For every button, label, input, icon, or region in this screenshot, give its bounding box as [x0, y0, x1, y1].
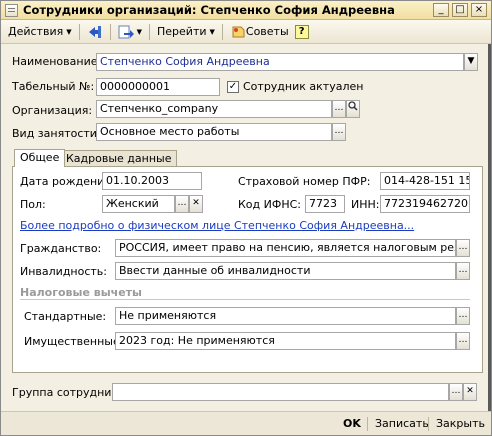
active-label: Сотрудник актуален: [243, 80, 364, 93]
citizenship-select-button[interactable]: …: [456, 239, 470, 257]
clear-icon: ✕: [466, 386, 474, 396]
employment-select-button[interactable]: …: [332, 123, 346, 141]
tips-icon: [230, 24, 246, 40]
tab-hr-data[interactable]: Кадровые данные: [60, 150, 178, 167]
goto-menu[interactable]: Перейти ▼: [154, 22, 218, 42]
disability-select-button[interactable]: …: [456, 262, 470, 280]
inn-field[interactable]: 772319462720: [380, 195, 470, 213]
group-divider: [20, 299, 470, 300]
org-field[interactable]: Степченко_company: [96, 100, 332, 118]
snils-label: Страховой номер ПФР:: [238, 175, 371, 188]
employment-label: Вид занятости:: [12, 127, 101, 140]
citizenship-label: Гражданство:: [20, 242, 102, 255]
standard-select-button[interactable]: …: [456, 307, 470, 325]
standard-label: Стандартные:: [24, 310, 107, 323]
active-checkbox[interactable]: ✓: [227, 81, 239, 93]
actions-menu[interactable]: Действия ▼: [5, 22, 75, 42]
name-dropdown-button[interactable]: ▼: [464, 53, 478, 71]
gender-clear-button[interactable]: ✕: [189, 195, 203, 213]
org-select-button[interactable]: …: [332, 100, 346, 118]
document-arrow-icon: [118, 24, 134, 40]
snils-field[interactable]: 014-428-151 15: [380, 172, 470, 190]
person-details-link[interactable]: Более подробно о физическом лице Степчен…: [20, 219, 414, 232]
group-field[interactable]: [112, 383, 449, 401]
toolbar-separator: [78, 23, 80, 40]
maximize-button[interactable]: □: [452, 3, 468, 17]
arrow-left-icon: [87, 24, 103, 40]
ifns-label: Код ИФНС:: [238, 198, 301, 211]
disability-field[interactable]: Ввести данные об инвалидности: [115, 262, 456, 280]
chevron-down-icon: ▼: [467, 56, 475, 66]
org-open-button[interactable]: [346, 100, 360, 118]
ok-button[interactable]: OK: [341, 415, 363, 433]
tips-label: Советы: [245, 25, 289, 38]
back-button[interactable]: [84, 22, 106, 42]
help-button[interactable]: ?: [292, 22, 312, 42]
tips-button[interactable]: Советы: [227, 22, 292, 42]
chevron-down-icon: ▼: [209, 27, 215, 36]
employment-field[interactable]: Основное место работы: [96, 123, 332, 141]
title-bar: Сотрудники организаций: Степченко София …: [1, 1, 491, 20]
birth-field[interactable]: 01.10.2003: [102, 172, 202, 190]
magnifier-icon: [348, 101, 358, 114]
clear-icon: ✕: [192, 198, 200, 208]
toolbar-separator: [149, 23, 150, 40]
tabnum-label: Табельный №:: [12, 80, 95, 93]
button-separator: [367, 417, 368, 431]
toolbar-separator: [109, 23, 111, 40]
property-field[interactable]: 2023 год: Не применяются: [115, 332, 456, 350]
save-button[interactable]: Записать: [373, 415, 431, 433]
disability-label: Инвалидность:: [20, 265, 107, 278]
bottom-bar: OK Записать Закрыть: [1, 411, 491, 435]
employee-form-window: Сотрудники организаций: Степченко София …: [0, 0, 492, 436]
name-label: Наименование:: [12, 55, 102, 68]
window-edge: [488, 44, 491, 411]
tax-deductions-title: Налоговые вычеты: [20, 286, 142, 299]
name-field[interactable]: Степченко София Андреевна: [96, 53, 464, 71]
based-on-button[interactable]: ▼: [115, 22, 145, 42]
birth-label: Дата рождения:: [20, 175, 115, 188]
actions-label: Действия: [8, 25, 64, 38]
group-clear-button[interactable]: ✕: [463, 383, 477, 401]
button-separator: [428, 417, 429, 431]
gender-label: Пол:: [20, 198, 46, 211]
close-window-button[interactable]: ×: [471, 3, 487, 17]
inn-label: ИНН:: [351, 198, 380, 211]
property-select-button[interactable]: …: [456, 332, 470, 350]
chevron-down-icon: ▼: [66, 27, 72, 36]
property-label: Имущественные:: [24, 335, 124, 348]
toolbar: Действия ▼ ▼ Перейти ▼ Советы ?: [1, 20, 491, 44]
standard-field[interactable]: Не применяются: [115, 307, 456, 325]
window-controls: _ □ ×: [433, 3, 487, 17]
minimize-button[interactable]: _: [433, 3, 449, 17]
citizenship-field[interactable]: РОССИЯ, имеет право на пенсию, является …: [115, 239, 456, 257]
ifns-field[interactable]: 7723: [305, 195, 345, 213]
goto-label: Перейти: [157, 25, 207, 38]
window-title: Сотрудники организаций: Степченко София …: [23, 3, 395, 17]
toolbar-separator: [221, 23, 223, 40]
tab-general[interactable]: Общее: [14, 149, 66, 167]
form-icon: [5, 3, 18, 17]
group-select-button[interactable]: …: [449, 383, 463, 401]
org-label: Организация:: [12, 104, 93, 117]
tabnum-field[interactable]: 0000000001: [96, 78, 220, 96]
close-button[interactable]: Закрыть: [434, 415, 487, 433]
chevron-down-icon: ▼: [136, 27, 142, 36]
help-icon: ?: [294, 24, 309, 39]
gender-select-button[interactable]: …: [175, 195, 189, 213]
gender-field[interactable]: Женский: [102, 195, 175, 213]
